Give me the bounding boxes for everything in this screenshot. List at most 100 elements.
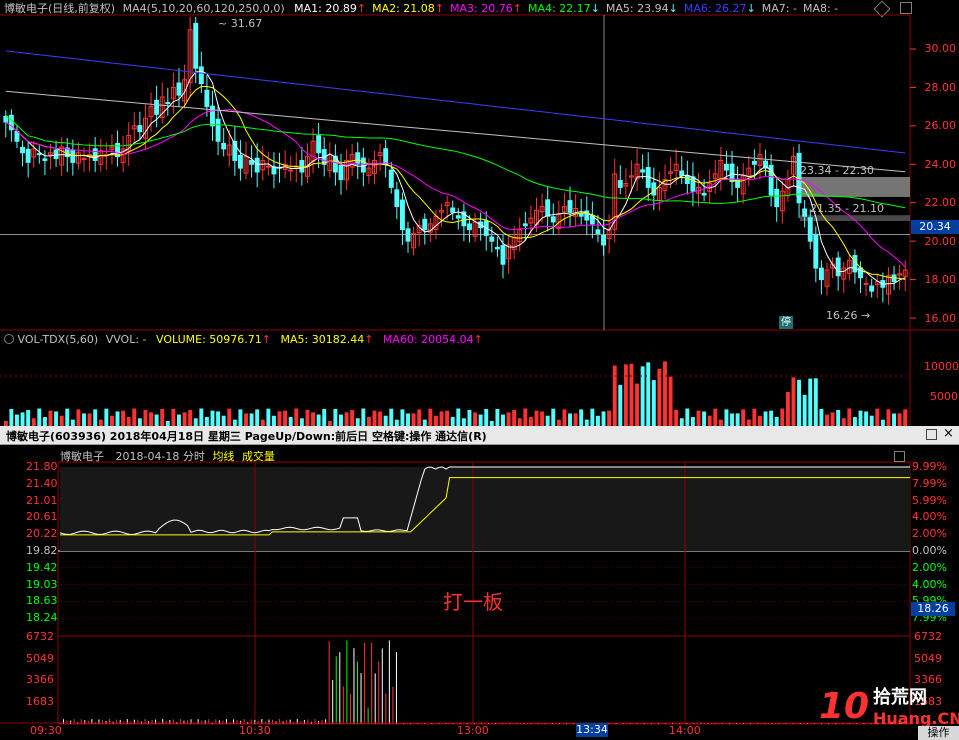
candle-body [221, 142, 227, 150]
volume-bar [400, 409, 405, 426]
volume-bar [450, 416, 455, 426]
volume-bar [528, 417, 533, 426]
candle-body [617, 180, 623, 188]
candle-body [522, 223, 528, 227]
volume-bar [724, 409, 729, 426]
popup-right-axis-label: 5.99% [912, 493, 947, 507]
volume-bar [294, 408, 299, 426]
candle-body [869, 285, 875, 292]
candle-body [405, 228, 411, 242]
volume-bar [411, 413, 416, 426]
popup-vol-axis-label: 6732 [26, 630, 54, 643]
popup-titlebar[interactable]: 博敏电子(603936) 2018年04月18日 星期三 PageUp/Down… [0, 426, 959, 445]
volume-bar [199, 408, 204, 426]
time-cursor-value: 13:34 [576, 723, 608, 736]
volume-bar [271, 415, 276, 426]
volume-bar [545, 415, 550, 426]
volume-bar [484, 408, 489, 426]
volume-bar [713, 408, 718, 426]
candle-body [165, 102, 171, 105]
candle-body [92, 148, 98, 161]
volume-bar [752, 408, 757, 426]
price-axis-label: 18.00 [924, 273, 957, 286]
volume-bar [104, 408, 109, 426]
operate-button[interactable]: 操作 [918, 726, 959, 740]
volume-bar [886, 409, 891, 426]
volume-bar [852, 417, 857, 426]
candle-body [550, 216, 556, 223]
candle-body [254, 157, 260, 173]
volume-ma60: MA60: 20054.04 [382, 333, 474, 346]
candle-body [807, 217, 813, 242]
candle-body [567, 200, 573, 213]
volume-bar [20, 412, 25, 426]
candle-body [595, 229, 601, 234]
volume-bar [875, 408, 880, 426]
volume-bar [685, 408, 690, 426]
volume-bar [841, 418, 846, 426]
candle-body [265, 165, 271, 168]
volume-bar [76, 409, 81, 426]
candle-body [176, 82, 182, 96]
candle-body [701, 192, 707, 196]
volume-bar [15, 414, 19, 426]
volume-bar [741, 409, 746, 426]
vol-label: 成交量 [241, 450, 275, 463]
popup-vol-axis-label: 6732 [914, 630, 942, 643]
popup-left-axis-label: 19.82 [26, 544, 58, 557]
volume-bar [461, 418, 466, 426]
stop-marker: 停 [779, 316, 793, 329]
volume-bar [26, 409, 31, 426]
volume-bar [311, 412, 316, 426]
volume-bar [59, 415, 64, 426]
price-axis-label: 26.00 [924, 119, 957, 132]
volume-bar [109, 415, 114, 426]
intraday-date: 2018-04-18 分时 [115, 450, 205, 463]
candle-body [450, 207, 456, 213]
intraday-header: 博敏电子 2018-04-18 分时 均线 成交量 [60, 450, 275, 463]
volume-bar [277, 411, 282, 426]
candle-body [20, 146, 26, 154]
volume-bar [668, 376, 673, 426]
volume-bar [573, 413, 578, 426]
volume-bar [702, 411, 707, 426]
maximize-icon[interactable] [926, 429, 937, 440]
candle-body [198, 66, 204, 85]
volume-bar [54, 411, 59, 426]
popup-right-axis-label: 0.00% [912, 544, 947, 557]
volume-bar [221, 415, 226, 426]
volume-bar [657, 368, 662, 426]
candle-body [237, 154, 243, 169]
popup-vol-axis-label: 5049 [914, 651, 942, 665]
volume-header: VOL-TDX(5,60) VVOL: - VOLUME: 50976.71↑ … [4, 333, 483, 346]
volume-bar [635, 383, 640, 426]
volume-bar [769, 410, 774, 426]
volume-bar [143, 409, 148, 426]
close-icon[interactable]: × [943, 426, 954, 441]
candle-body [494, 246, 500, 250]
volume-bar [551, 408, 556, 426]
intraday-menu-icon[interactable] [894, 451, 905, 462]
volume-bar [512, 409, 517, 426]
candle-body [316, 135, 322, 154]
volume-bar [244, 413, 248, 426]
volume-bar [612, 365, 617, 426]
candle-body [500, 245, 506, 265]
candle-body [679, 170, 685, 177]
vvol-label: VVOL: - [105, 333, 147, 346]
volume-bar [177, 414, 181, 426]
volume-bar [763, 411, 768, 426]
volume-bar [797, 379, 802, 426]
volume-bar [389, 408, 394, 426]
volume-bar [651, 380, 656, 426]
volume-bar [869, 415, 874, 426]
volume-bar [132, 408, 137, 426]
volume-bar [663, 361, 667, 426]
volume-bar [758, 415, 762, 426]
popup-vol-axis-label: 5049 [26, 651, 54, 665]
volume-bar [372, 410, 377, 426]
volume-bar [897, 413, 902, 426]
volume-bar [674, 409, 679, 426]
volume-bar [87, 413, 92, 426]
candle-body [42, 158, 48, 161]
